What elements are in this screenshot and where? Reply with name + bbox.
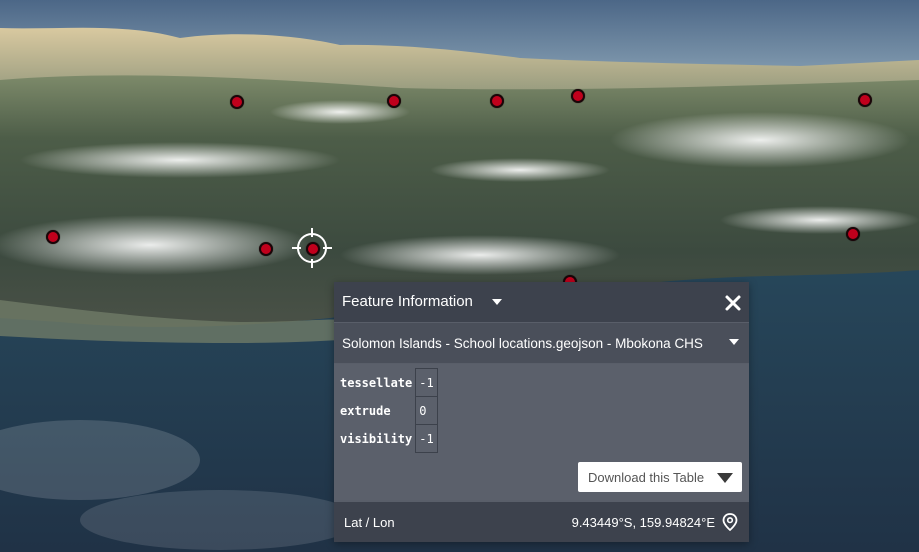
feature-selector[interactable]: Solomon Islands - School locations.geojs…	[334, 323, 749, 363]
property-name: visibility	[340, 431, 413, 446]
chevron-down-icon[interactable]	[492, 299, 502, 305]
property-value: 0	[415, 396, 438, 425]
selection-target-icon	[292, 228, 332, 268]
download-table-dropdown[interactable]: Download this Table	[578, 462, 742, 492]
school-marker[interactable]	[571, 89, 585, 103]
properties-table: tessellate -1 extrude 0 visibility -1	[337, 368, 438, 453]
property-value: -1	[415, 424, 438, 453]
lat-lon-value: 9.43449°S, 159.94824°E	[571, 515, 715, 530]
feature-selector-label: Solomon Islands - School locations.geojs…	[342, 336, 703, 351]
table-row: extrude 0	[337, 396, 438, 425]
school-marker[interactable]	[490, 94, 504, 108]
feature-information-panel: Feature Information Solomon Islands - Sc…	[334, 282, 749, 542]
school-marker[interactable]	[387, 94, 401, 108]
school-marker[interactable]	[846, 227, 860, 241]
panel-title[interactable]: Feature Information	[342, 293, 473, 310]
school-marker[interactable]	[259, 242, 273, 256]
school-marker[interactable]	[46, 230, 60, 244]
property-value: -1	[415, 368, 438, 397]
lat-lon-label: Lat / Lon	[344, 515, 395, 530]
dropdown-arrow-icon	[717, 473, 733, 483]
property-name: tessellate	[340, 375, 413, 390]
properties-area: tessellate -1 extrude 0 visibility -1 Do…	[334, 364, 749, 500]
close-icon[interactable]	[722, 292, 744, 314]
download-table-label: Download this Table	[588, 470, 705, 485]
table-row: visibility -1	[337, 424, 438, 453]
table-row: tessellate -1	[337, 368, 438, 397]
school-marker[interactable]	[230, 95, 244, 109]
coordinates-footer: Lat / Lon 9.43449°S, 159.94824°E	[334, 502, 749, 542]
school-marker[interactable]	[858, 93, 872, 107]
chevron-down-icon[interactable]	[729, 339, 739, 345]
property-name: extrude	[340, 403, 391, 418]
panel-header[interactable]: Feature Information	[334, 282, 749, 322]
map-pin-icon[interactable]	[722, 513, 738, 531]
